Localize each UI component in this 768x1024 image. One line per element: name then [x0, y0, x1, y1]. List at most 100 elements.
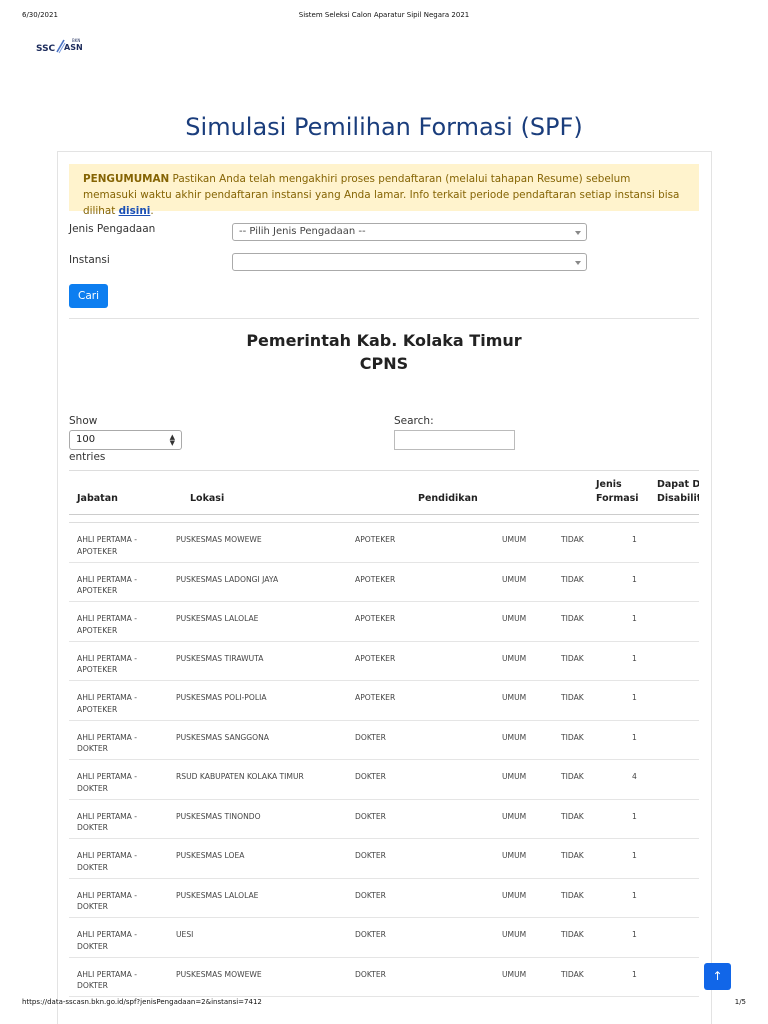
cell-pendidikan: APOTEKER	[355, 574, 396, 584]
cell-jenis: UMUM	[502, 772, 527, 781]
entries-label: entries	[69, 451, 106, 463]
announcement-alert: PENGUMUMAN Pastikan Anda telah mengakhir…	[69, 164, 699, 217]
cell-pendidikan: DOKTER	[355, 930, 386, 939]
jenis-pengadaan-value: -- Pilih Jenis Pengadaan --	[239, 226, 366, 237]
th-jenis-formasi-line1[interactable]: Jenis	[596, 478, 622, 492]
cell-jenis: UMUM	[502, 851, 527, 860]
search-label: Search:	[394, 415, 434, 427]
cell-lokasi: PUSKESMAS MOWEWE	[176, 969, 262, 979]
cell-jabatan: AHLI PERTAMA - APOTEKER	[77, 693, 138, 714]
print-page-number: 1/5	[734, 998, 746, 1006]
th-jabatan[interactable]: Jabatan	[77, 492, 118, 506]
chevron-down-icon	[575, 231, 581, 235]
table-header-border	[69, 514, 699, 515]
cell-jumlah: 1	[632, 890, 637, 900]
result-instansi-title: Pemerintah Kab. Kolaka Timur	[246, 331, 522, 350]
table-row: AHLI PERTAMA - APOTEKER PUSKESMAS LALOLAE…	[69, 602, 699, 642]
th-disabilitas-line1[interactable]: Dapat Di	[657, 478, 699, 492]
cell-jenis: UMUM	[502, 535, 527, 544]
cell-disabilitas: TIDAK	[561, 811, 584, 821]
cell-pendidikan: DOKTER	[355, 851, 386, 860]
search-input[interactable]	[394, 430, 515, 450]
cell-jabatan: AHLI PERTAMA - DOKTER	[77, 969, 138, 991]
cell-jenis: UMUM	[502, 653, 527, 663]
table-row: AHLI PERTAMA - APOTEKER PUSKESMAS MOWEWE A…	[69, 523, 699, 563]
th-jenis-formasi-line2[interactable]: Formasi	[596, 492, 639, 506]
th-lokasi[interactable]: Lokasi	[190, 492, 224, 506]
print-url: https://data-sscasn.bkn.go.id/spf?jenisP…	[22, 998, 262, 1006]
cell-disabilitas: TIDAK	[561, 890, 584, 900]
cell-jenis: UMUM	[502, 930, 527, 939]
cell-pendidikan: DOKTER	[355, 969, 386, 979]
cell-jabatan: AHLI PERTAMA - DOKTER	[77, 811, 138, 833]
th-disabilitas-line2[interactable]: Disabilita	[657, 492, 699, 506]
instansi-label: Instansi	[69, 254, 110, 266]
cell-lokasi: PUSKESMAS LALOLAE	[176, 614, 259, 623]
announcement-label: PENGUMUMAN	[83, 173, 170, 185]
instansi-select[interactable]	[232, 253, 587, 271]
cell-jabatan: AHLI PERTAMA - DOKTER	[77, 930, 138, 951]
cell-jumlah: 1	[632, 653, 637, 663]
sscasn-logo[interactable]: SSC BKN ASN	[36, 38, 92, 62]
logo-asn-text: ASN	[64, 43, 83, 52]
search-button[interactable]: Cari	[69, 284, 108, 308]
cell-lokasi: PUSKESMAS LOEA	[176, 851, 245, 860]
table-row: AHLI PERTAMA - APOTEKER PUSKESMAS TIRAWUT…	[69, 642, 699, 681]
cell-jabatan: AHLI PERTAMA - APOTEKER	[77, 535, 138, 556]
cell-lokasi: PUSKESMAS LALOLAE	[176, 890, 259, 900]
print-header: 6/30/2021 Sistem Seleksi Calon Aparatur …	[22, 11, 746, 23]
show-label: Show	[69, 415, 98, 427]
cell-jumlah: 1	[632, 811, 637, 821]
cell-pendidikan: DOKTER	[355, 772, 386, 781]
page-title: Simulasi Pemilihan Formasi (SPF)	[185, 113, 583, 141]
cell-jabatan: AHLI PERTAMA - DOKTER	[77, 851, 138, 872]
table-row: AHLI PERTAMA - DOKTER PUSKESMAS LALOLAE DO…	[69, 879, 699, 918]
cell-jenis: UMUM	[502, 969, 527, 979]
table-row: AHLI PERTAMA - APOTEKER PUSKESMAS LADONGI…	[69, 563, 699, 602]
table-row: AHLI PERTAMA - DOKTER PUSKESMAS TINONDO DO…	[69, 800, 699, 839]
jenis-pengadaan-label: Jenis Pengadaan	[69, 223, 156, 235]
entries-select[interactable]: 100 ▲ ▼	[69, 430, 182, 450]
cell-lokasi: PUSKESMAS MOWEWE	[176, 535, 262, 544]
cell-jenis: UMUM	[502, 890, 527, 900]
cell-lokasi: PUSKESMAS LADONGI JAYA	[176, 574, 279, 584]
cell-disabilitas: TIDAK	[561, 535, 584, 544]
cell-disabilitas: TIDAK	[561, 851, 584, 860]
cell-pendidikan: DOKTER	[355, 811, 386, 821]
announcement-text: Pastikan Anda telah mengakhiri proses pe…	[83, 173, 680, 217]
jenis-pengadaan-select[interactable]: -- Pilih Jenis Pengadaan --	[232, 223, 587, 241]
cell-pendidikan: APOTEKER	[355, 693, 396, 702]
cell-jumlah: 1	[632, 732, 637, 742]
cell-disabilitas: TIDAK	[561, 653, 584, 663]
table-row: AHLI PERTAMA - DOKTER RSUD KABUPATEN KOLA…	[69, 760, 699, 800]
chevron-down-icon	[575, 261, 581, 265]
announcement-link[interactable]: disini	[119, 205, 151, 217]
cell-jabatan: AHLI PERTAMA - DOKTER	[77, 732, 138, 754]
cell-lokasi: PUSKESMAS SANGGONA	[176, 732, 269, 742]
cell-pendidikan: APOTEKER	[355, 614, 396, 623]
cell-jenis: UMUM	[502, 811, 527, 821]
cell-jumlah: 1	[632, 535, 637, 544]
entries-value: 100	[76, 434, 96, 445]
cell-disabilitas: TIDAK	[561, 930, 584, 939]
cell-jumlah: 1	[632, 693, 637, 702]
cell-lokasi: UESI	[176, 930, 194, 939]
cell-pendidikan: DOKTER	[355, 732, 386, 742]
table-row: AHLI PERTAMA - DOKTER UESI DOKTER UMUM TIDAK…	[69, 918, 699, 958]
cell-jumlah: 4	[632, 772, 637, 781]
table-top-border	[69, 470, 699, 471]
cell-disabilitas: TIDAK	[561, 574, 584, 584]
cell-jumlah: 1	[632, 614, 637, 623]
th-pendidikan[interactable]: Pendidikan	[418, 492, 478, 506]
cell-lokasi: PUSKESMAS TINONDO	[176, 811, 261, 821]
cell-jabatan: AHLI PERTAMA - APOTEKER	[77, 614, 138, 635]
scroll-top-button[interactable]: ↑	[704, 963, 731, 990]
table-row: AHLI PERTAMA - APOTEKER PUSKESMAS POLI-PO…	[69, 681, 699, 721]
table-row: AHLI PERTAMA - DOKTER PUSKESMAS SANGGONA D…	[69, 721, 699, 760]
print-title: Sistem Seleksi Calon Aparatur Sipil Nega…	[298, 11, 470, 19]
divider	[69, 318, 699, 319]
table-row: AHLI PERTAMA - DOKTER PUSKESMAS MOWEWE DOK…	[69, 958, 699, 997]
cell-jabatan: AHLI PERTAMA - APOTEKER	[77, 574, 138, 596]
cell-lokasi: RSUD KABUPATEN KOLAKA TIMUR	[176, 772, 304, 781]
cell-lokasi: PUSKESMAS POLI-POLIA	[176, 693, 267, 702]
